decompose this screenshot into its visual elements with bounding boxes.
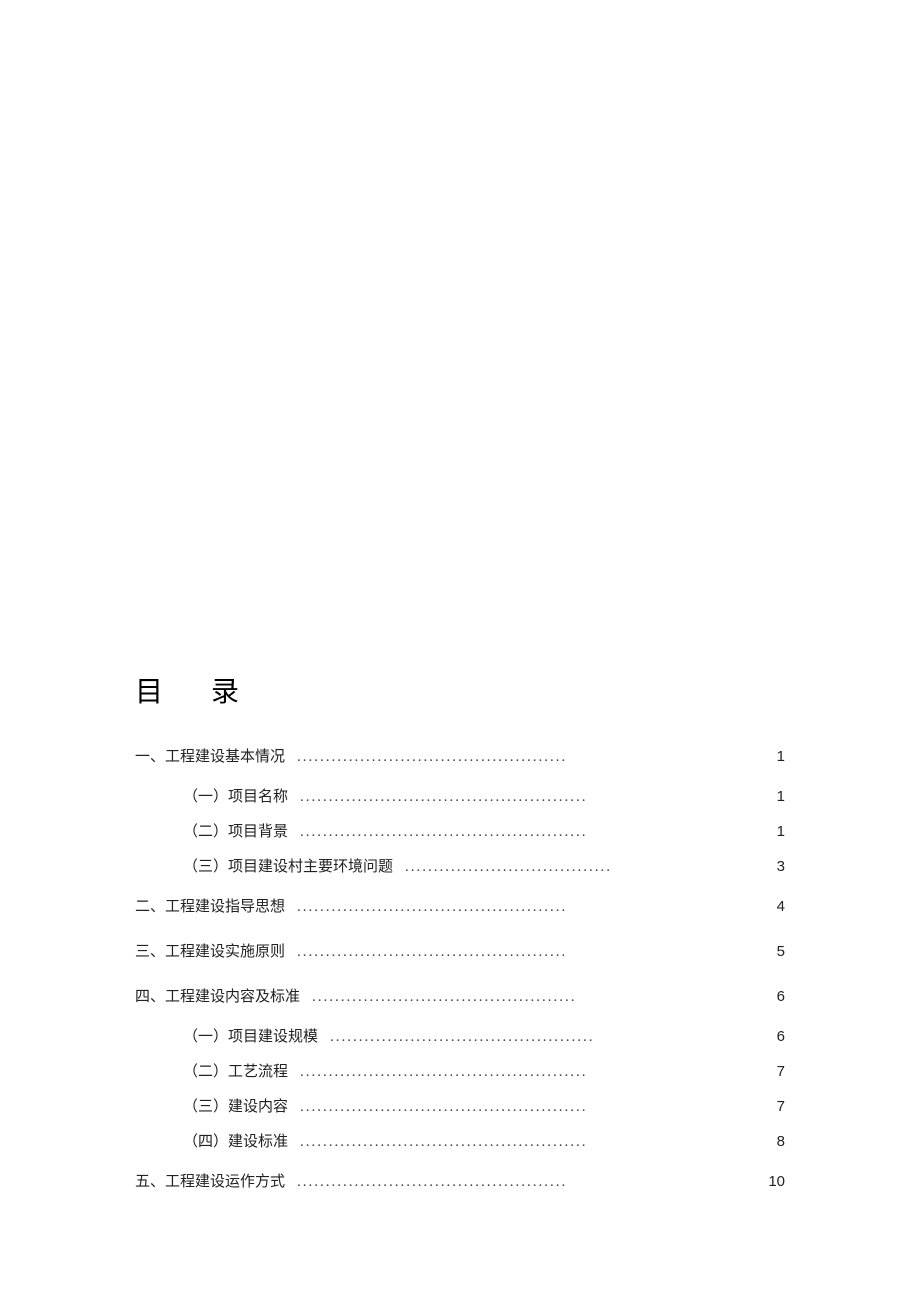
toc-entry-leader: ........................................… — [300, 1055, 588, 1090]
toc-entry-page: 5 — [755, 929, 785, 974]
toc-entry-label: （二）项目背景 — [183, 815, 300, 850]
toc-entry-label: （四）建设标准 — [183, 1125, 300, 1160]
toc-entry: （三）建设内容.................................… — [135, 1089, 785, 1124]
toc-entry-label: （一）项目建设规模 — [183, 1020, 330, 1055]
toc-entry-leader: ........................................… — [297, 735, 567, 780]
toc-entry: （一）项目建设规模...............................… — [135, 1019, 785, 1054]
document-page: 目录 一、工程建设基本情况...........................… — [0, 0, 920, 1204]
toc-entry-leader: ........................................… — [300, 815, 588, 850]
toc-entry: 二、工程建设指导思想..............................… — [135, 884, 785, 929]
toc-entry-label: （三）项目建设村主要环境问题 — [183, 850, 405, 885]
toc-entry: （三）项目建设村主要环境问题..........................… — [135, 849, 785, 884]
toc-entry-page: 4 — [755, 884, 785, 929]
toc-entry-leader: .................................... — [405, 850, 612, 885]
toc-entry: 四、工程建设内容及标准.............................… — [135, 974, 785, 1019]
toc-entry-leader: ........................................… — [297, 930, 567, 975]
toc-entry-leader: ........................................… — [297, 1160, 567, 1205]
toc-entry-leader: ........................................… — [300, 780, 588, 815]
toc-entry: （二）工艺流程.................................… — [135, 1054, 785, 1089]
toc-entry-label: （二）工艺流程 — [183, 1055, 300, 1090]
toc-entry-label: 二、工程建设指导思想 — [135, 885, 297, 930]
toc-entry-page: 8 — [755, 1124, 785, 1159]
toc-entry: （二）项目背景.................................… — [135, 814, 785, 849]
toc-entry-leader: ........................................… — [330, 1020, 595, 1055]
toc-entry-page: 1 — [755, 814, 785, 849]
toc-entry-leader: ........................................… — [300, 1090, 588, 1125]
toc-entry-page: 10 — [755, 1159, 785, 1204]
toc-entry-label: 三、工程建设实施原则 — [135, 930, 297, 975]
toc-entry-leader: ........................................… — [297, 885, 567, 930]
toc-entry-page: 3 — [755, 849, 785, 884]
toc-entry-page: 1 — [755, 779, 785, 814]
toc-entry: （四）建设标准.................................… — [135, 1124, 785, 1159]
toc-list: 一、工程建设基本情况..............................… — [135, 734, 785, 1204]
toc-entry: （一）项目名称.................................… — [135, 779, 785, 814]
toc-entry-label: （三）建设内容 — [183, 1090, 300, 1125]
toc-entry-page: 7 — [755, 1089, 785, 1124]
toc-entry-label: 四、工程建设内容及标准 — [135, 975, 312, 1020]
toc-entry: 三、工程建设实施原则..............................… — [135, 929, 785, 974]
toc-entry-label: （一）项目名称 — [183, 780, 300, 815]
toc-entry-page: 1 — [755, 734, 785, 779]
toc-title: 目录 — [135, 670, 785, 710]
toc-entry-page: 6 — [755, 974, 785, 1019]
toc-entry: 五、工程建设运作方式..............................… — [135, 1159, 785, 1204]
toc-entry-leader: ........................................… — [312, 975, 577, 1020]
toc-entry-page: 6 — [755, 1019, 785, 1054]
toc-entry: 一、工程建设基本情况..............................… — [135, 734, 785, 779]
toc-entry-label: 五、工程建设运作方式 — [135, 1160, 297, 1205]
toc-entry-leader: ........................................… — [300, 1125, 588, 1160]
toc-entry-label: 一、工程建设基本情况 — [135, 735, 297, 780]
toc-entry-page: 7 — [755, 1054, 785, 1089]
